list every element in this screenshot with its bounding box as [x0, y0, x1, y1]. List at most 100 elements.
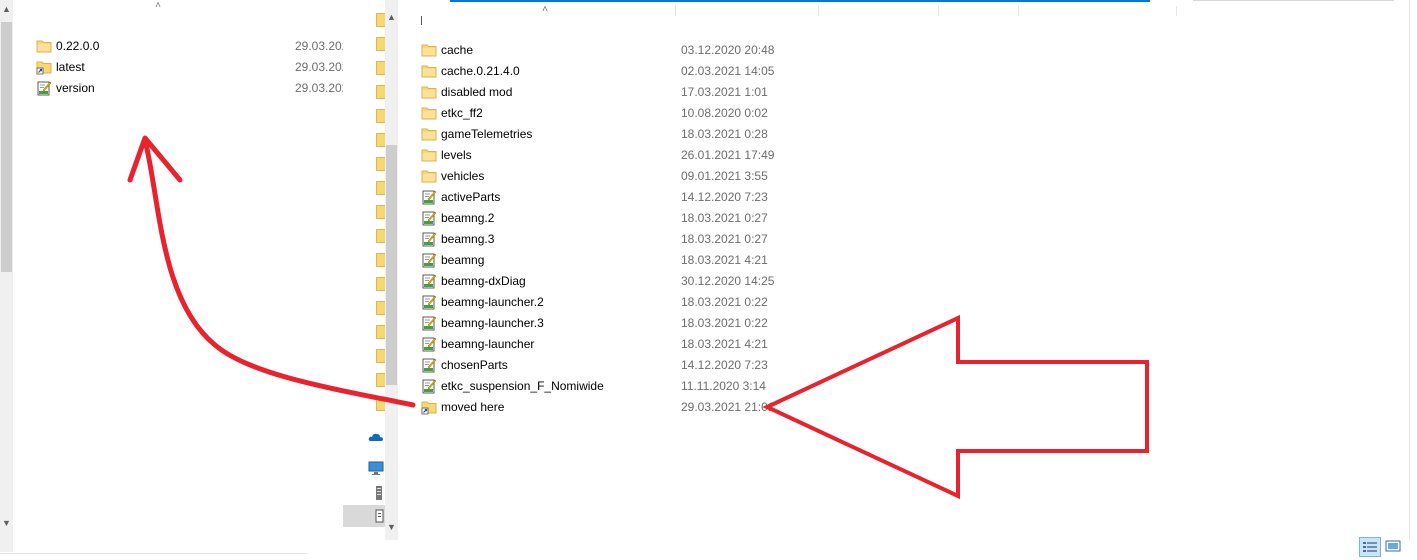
folder-icon[interactable] [376, 301, 385, 315]
sort-caret-icon: ˄ [155, 0, 161, 11]
file-row[interactable]: beamng 18.03.2021 4:21 [418, 250, 778, 271]
file-row[interactable]: beamng.2 18.03.2021 0:27 [418, 208, 778, 229]
file-row[interactable]: beamng-launcher.2 18.03.2021 0:22 [418, 292, 778, 313]
folder-icon[interactable] [376, 325, 385, 339]
scroll-down-arrow-icon[interactable]: ▼ [0, 516, 13, 530]
scroll-thumb[interactable] [1, 22, 12, 272]
folder-icon[interactable] [376, 229, 385, 243]
folder-icon[interactable] [376, 37, 385, 51]
column-divider[interactable] [818, 6, 819, 16]
file-name: beamng-launcher.3 [441, 316, 544, 330]
folder-icon[interactable] [376, 85, 385, 99]
column-divider[interactable] [938, 6, 939, 16]
file-row[interactable]: latest 29.03.2021 [33, 57, 343, 78]
search-box-edge[interactable] [1193, 0, 1394, 1]
file-name: latest [56, 60, 85, 74]
scroll-thumb[interactable] [386, 145, 397, 385]
onedrive-icon[interactable] [368, 429, 384, 445]
file-row[interactable]: activeParts 14.12.2020 7:23 [418, 187, 778, 208]
file-date: 14.12.2020 7:23 [681, 190, 768, 204]
details-view-button[interactable] [1359, 537, 1381, 557]
folder-icon [36, 38, 52, 54]
file-name: etkc_suspension_F_Nomiwide [441, 379, 604, 393]
file-name: etkc_ff2 [441, 106, 483, 120]
library-icon[interactable] [368, 508, 384, 524]
folder-icon[interactable] [376, 253, 385, 267]
text-file-icon [36, 80, 52, 96]
file-row[interactable]: beamng.3 18.03.2021 0:27 [418, 229, 778, 250]
column-divider[interactable] [1176, 6, 1177, 16]
file-row[interactable]: beamng-dxDiag 30.12.2020 14:25 [418, 271, 778, 292]
file-name: beamng.3 [441, 232, 495, 246]
file-row[interactable]: beamng-launcher.3 18.03.2021 0:22 [418, 313, 778, 334]
file-row[interactable]: etkc_suspension_F_Nomiwide 11.11.2020 3:… [418, 376, 778, 397]
folder-icon[interactable] [376, 13, 385, 27]
folder-icon[interactable] [376, 205, 385, 219]
file-row[interactable]: moved here 29.03.2021 21:01 [418, 397, 778, 418]
left-explorer-window: ▲ ▼ ˄ 0.22.0.0 29.03.2021 latest 29.03.2… [0, 0, 343, 552]
file-row[interactable]: vehicles 09.01.2021 3:55 [418, 166, 778, 187]
scroll-up-arrow-icon[interactable]: ▲ [0, 2, 13, 16]
folder-icon[interactable] [376, 157, 385, 171]
file-date: 18.03.2021 4:21 [681, 253, 768, 267]
file-date: 09.01.2021 3:55 [681, 169, 768, 183]
scroll-up-arrow-icon[interactable]: ▲ [385, 10, 398, 24]
details-view-icon [1363, 542, 1377, 552]
file-name: version [56, 81, 95, 95]
file-date: 02.03.2021 14:05 [681, 64, 775, 78]
file-row[interactable]: beamng-launcher 18.03.2021 4:21 [418, 334, 778, 355]
shortcut-icon [36, 59, 52, 75]
text-file-icon [421, 210, 437, 226]
text-file-icon [421, 294, 437, 310]
folder-icon [421, 126, 437, 142]
scrollbar-edge [1409, 0, 1410, 540]
file-date: 29.03.2021 [295, 81, 343, 95]
text-file-icon [421, 273, 437, 289]
file-date: 29.03.2021 [295, 60, 343, 74]
large-icons-view-button[interactable] [1383, 537, 1405, 557]
text-file-icon [421, 231, 437, 247]
folder-icon [421, 84, 437, 100]
text-file-icon [421, 336, 437, 352]
file-name: disabled mod [441, 85, 513, 99]
folder-icon[interactable] [376, 181, 385, 195]
file-row[interactable]: etkc_ff2 10.08.2020 0:02 [418, 103, 778, 124]
this-pc-icon[interactable] [368, 460, 384, 476]
network-icon[interactable] [368, 485, 384, 501]
file-row[interactable]: 0.22.0.0 29.03.2021 [33, 36, 343, 57]
scroll-down-arrow-icon[interactable]: ▼ [385, 520, 398, 534]
header-focus-line [450, 0, 1150, 2]
left-vertical-scrollbar[interactable]: ▲ ▼ [0, 0, 13, 552]
folder-icon[interactable] [376, 277, 385, 291]
file-date: 18.03.2021 0:27 [681, 232, 768, 246]
file-date: 29.03.2021 [295, 39, 343, 53]
text-cursor [421, 16, 422, 25]
file-date: 18.03.2021 0:28 [681, 127, 768, 141]
folder-icon[interactable] [376, 397, 385, 411]
file-date: 03.12.2020 20:48 [681, 43, 775, 57]
file-name: cache.0.21.4.0 [441, 64, 520, 78]
file-row[interactable]: cache.0.21.4.0 02.03.2021 14:05 [418, 61, 778, 82]
file-date: 10.08.2020 0:02 [681, 106, 768, 120]
folder-icon [421, 168, 437, 184]
folder-icon[interactable] [376, 133, 385, 147]
column-divider[interactable] [675, 6, 676, 16]
file-row[interactable]: levels 26.01.2021 17:49 [418, 145, 778, 166]
file-row[interactable]: cache 03.12.2020 20:48 [418, 40, 778, 61]
file-date: 11.11.2020 3:14 [681, 379, 766, 393]
column-divider[interactable] [1018, 6, 1019, 16]
file-row[interactable]: gameTelemetries 18.03.2021 0:28 [418, 124, 778, 145]
file-row[interactable]: version 29.03.2021 [33, 78, 343, 99]
file-row[interactable]: disabled mod 17.03.2021 1:01 [418, 82, 778, 103]
folder-icon[interactable] [376, 109, 385, 123]
folder-icon[interactable] [376, 61, 385, 75]
folder-icon [421, 63, 437, 79]
file-name: 0.22.0.0 [56, 39, 100, 53]
folder-icon[interactable] [376, 349, 385, 363]
text-file-icon [421, 315, 437, 331]
nav-vertical-scrollbar[interactable]: ▲ ▼ [385, 0, 398, 540]
file-row[interactable]: chosenParts 14.12.2020 7:23 [418, 355, 778, 376]
folder-icon[interactable] [376, 373, 385, 387]
file-date: 14.12.2020 7:23 [681, 358, 768, 372]
file-date: 18.03.2021 0:22 [681, 316, 768, 330]
